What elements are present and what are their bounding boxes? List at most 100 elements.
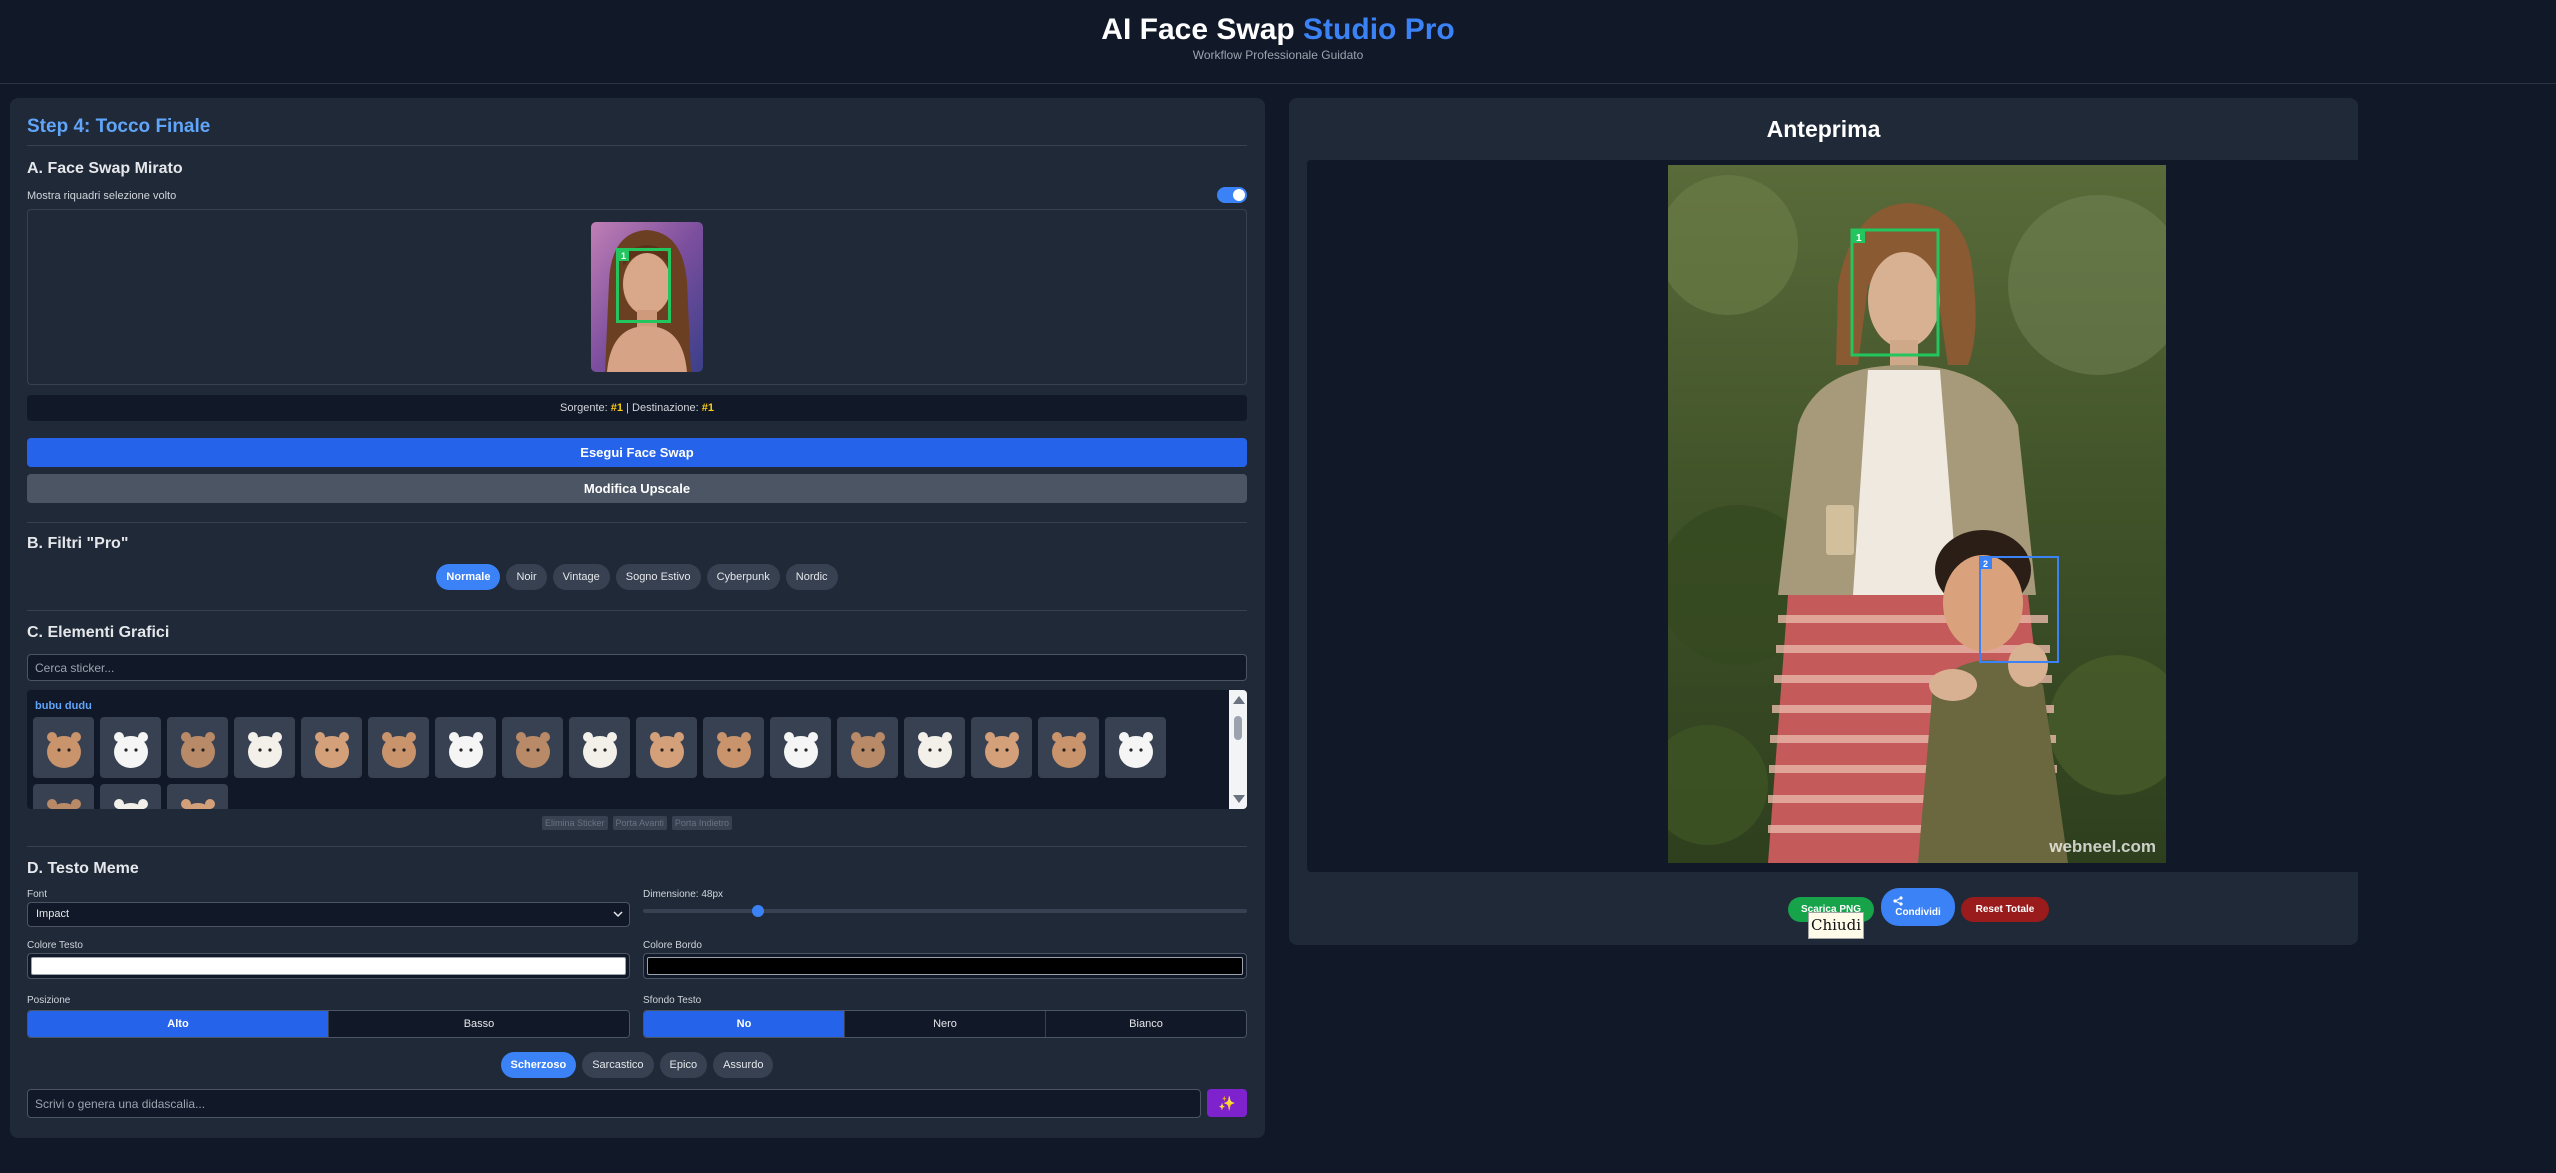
execute-face-swap-button[interactable]: Esegui Face Swap bbox=[27, 438, 1247, 467]
sticker-item[interactable] bbox=[33, 717, 94, 778]
scroll-up-arrow-icon[interactable] bbox=[1233, 696, 1245, 704]
face-selection-area: 1 bbox=[27, 209, 1247, 385]
text-color-picker[interactable] bbox=[27, 953, 630, 979]
caption-input[interactable] bbox=[27, 1089, 1201, 1118]
filter-noir[interactable]: Noir bbox=[506, 564, 547, 590]
sticker-item[interactable] bbox=[904, 717, 965, 778]
filter-vintage[interactable]: Vintage bbox=[552, 564, 610, 590]
sticker-item[interactable] bbox=[502, 717, 563, 778]
bear-sticker-icon bbox=[113, 798, 148, 809]
border-color-picker[interactable] bbox=[643, 953, 1247, 979]
face-box-1-thumb[interactable]: 1 bbox=[616, 248, 671, 323]
border-color-label: Colore Bordo bbox=[643, 940, 702, 951]
close-tooltip[interactable]: Chiudi bbox=[1808, 912, 1864, 939]
bear-sticker-icon bbox=[180, 798, 215, 809]
sticker-item[interactable] bbox=[234, 717, 295, 778]
bg-bianco-button[interactable]: Bianco bbox=[1046, 1011, 1246, 1037]
bear-sticker-icon bbox=[783, 731, 818, 768]
toggle-label: Mostra riquadri selezione volto bbox=[27, 190, 177, 202]
send-backward-button[interactable]: Porta Indietro bbox=[671, 816, 732, 830]
filter-sogno-estivo[interactable]: Sogno Estivo bbox=[615, 564, 701, 590]
bear-sticker-icon bbox=[46, 798, 81, 809]
size-slider-thumb[interactable] bbox=[751, 905, 764, 917]
tone-epico[interactable]: Epico bbox=[659, 1052, 708, 1078]
preview-stage: 1 2 webneel.com bbox=[1307, 160, 2529, 872]
font-select[interactable]: Impact bbox=[27, 902, 630, 927]
sticker-item[interactable] bbox=[971, 717, 1032, 778]
separator: | bbox=[626, 402, 629, 414]
bg-no-button[interactable]: No bbox=[644, 1011, 845, 1037]
bear-sticker-icon bbox=[247, 731, 282, 768]
face-box-1-number: 1 bbox=[1856, 233, 1862, 244]
sticker-item[interactable] bbox=[770, 717, 831, 778]
bear-sticker-icon bbox=[515, 731, 550, 768]
bear-sticker-icon bbox=[180, 731, 215, 768]
position-segmented: Alto Basso bbox=[27, 1010, 630, 1038]
bear-sticker-icon bbox=[314, 731, 349, 768]
section-graphics-title: C. Elementi Grafici bbox=[27, 624, 170, 641]
sticker-item[interactable] bbox=[368, 717, 429, 778]
preview-canvas[interactable]: 1 2 webneel.com bbox=[1668, 165, 2166, 863]
preview-title: Anteprima bbox=[1766, 116, 1881, 142]
sticker-item[interactable] bbox=[569, 717, 630, 778]
upscale-button[interactable]: Modifica Upscale bbox=[27, 474, 1247, 503]
bring-forward-button[interactable]: Porta Avanti bbox=[612, 816, 667, 830]
sticker-grid bbox=[33, 717, 1218, 809]
border-color-swatch bbox=[647, 957, 1243, 975]
filter-cyberpunk[interactable]: Cyberpunk bbox=[706, 564, 780, 590]
sticker-scrollbar[interactable] bbox=[1229, 690, 1247, 809]
source-face-thumbnail[interactable]: 1 bbox=[591, 222, 703, 372]
face-box-toggle[interactable] bbox=[1217, 187, 1247, 203]
sticker-item[interactable] bbox=[301, 717, 362, 778]
delete-sticker-button[interactable]: Elimina Sticker bbox=[542, 816, 608, 830]
generate-caption-button[interactable]: ✨ bbox=[1207, 1089, 1247, 1117]
bear-sticker-icon bbox=[1118, 731, 1153, 768]
sticker-item[interactable] bbox=[167, 717, 228, 778]
bear-sticker-icon bbox=[448, 731, 483, 768]
filter-nordic[interactable]: Nordic bbox=[785, 564, 838, 590]
position-alto-button[interactable]: Alto bbox=[28, 1011, 329, 1037]
sticker-item[interactable] bbox=[100, 717, 161, 778]
sticker-library: bubu dudu bbox=[27, 690, 1247, 809]
tone-pills: Scherzoso Sarcastico Epico Assurdo bbox=[27, 1052, 1247, 1078]
filter-normale[interactable]: Normale bbox=[436, 564, 501, 590]
face-box-1-thumb-number: 1 bbox=[621, 251, 626, 261]
bg-nero-button[interactable]: Nero bbox=[845, 1011, 1046, 1037]
sticker-item[interactable] bbox=[33, 784, 94, 809]
sticker-item[interactable] bbox=[1105, 717, 1166, 778]
tone-assurdo[interactable]: Assurdo bbox=[713, 1052, 774, 1078]
bear-sticker-icon bbox=[381, 731, 416, 768]
sticker-item[interactable] bbox=[703, 717, 764, 778]
sticker-item[interactable] bbox=[1038, 717, 1099, 778]
sticker-search-input[interactable] bbox=[27, 654, 1247, 681]
app-subtitle: Workflow Professionale Guidato bbox=[1192, 48, 1364, 62]
tone-sarcastico[interactable]: Sarcastico bbox=[582, 1052, 654, 1078]
text-bg-label: Sfondo Testo bbox=[643, 995, 702, 1006]
scroll-thumb[interactable] bbox=[1234, 716, 1242, 740]
size-slider[interactable] bbox=[643, 905, 1247, 917]
font-select-value: Impact bbox=[36, 908, 70, 920]
position-label: Posizione bbox=[27, 995, 71, 1006]
scroll-down-arrow-icon[interactable] bbox=[1233, 795, 1245, 803]
sticker-pack-name: bubu dudu bbox=[35, 700, 92, 712]
reset-all-button[interactable]: Reset Totale bbox=[1961, 897, 2049, 922]
sticker-item[interactable] bbox=[636, 717, 697, 778]
share-button-label: Condividi bbox=[1895, 906, 1941, 918]
section-meme-title: D. Testo Meme bbox=[27, 860, 139, 877]
bear-sticker-icon bbox=[917, 731, 952, 768]
text-color-swatch bbox=[31, 957, 626, 975]
face-box-2-number: 2 bbox=[1983, 559, 1988, 569]
share-button[interactable]: Condividi bbox=[1881, 888, 1955, 926]
sticker-item[interactable] bbox=[167, 784, 228, 809]
divider bbox=[27, 846, 1247, 847]
sticker-item[interactable] bbox=[435, 717, 496, 778]
sticker-item[interactable] bbox=[100, 784, 161, 809]
position-basso-button[interactable]: Basso bbox=[329, 1011, 629, 1037]
destination-value: #1 bbox=[701, 402, 714, 414]
section-face-swap-title: A. Face Swap Mirato bbox=[27, 160, 183, 177]
bear-sticker-icon bbox=[850, 731, 885, 768]
preview-image: 1 2 webneel.com bbox=[1668, 165, 2166, 863]
app-title: AI Face Swap Studio Pro bbox=[0, 13, 2556, 47]
tone-scherzoso[interactable]: Scherzoso bbox=[500, 1052, 577, 1078]
sticker-item[interactable] bbox=[837, 717, 898, 778]
